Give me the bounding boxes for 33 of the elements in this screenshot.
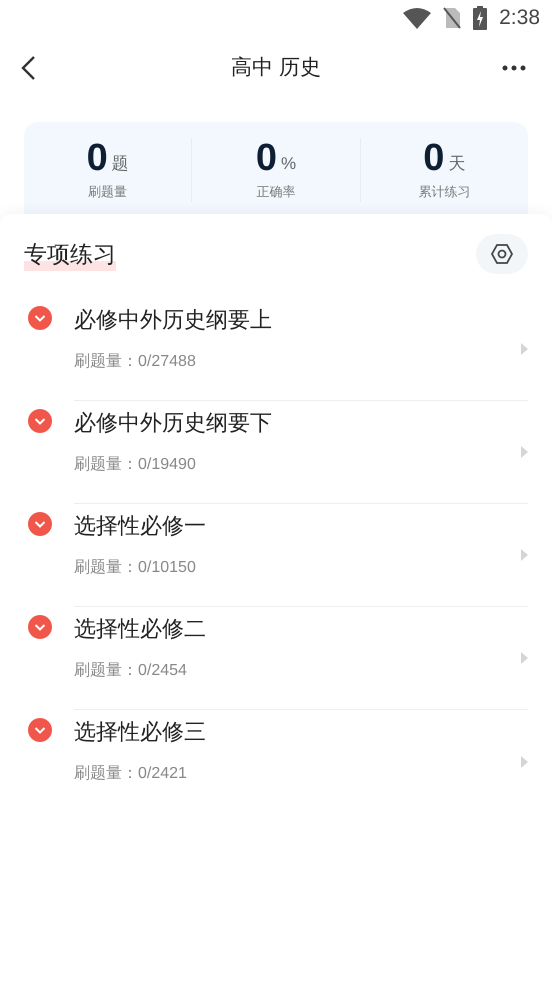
chevron-down-icon — [28, 306, 52, 330]
chapter-title: 选择性必修一 — [74, 512, 207, 540]
chapter-title: 选择性必修三 — [74, 718, 207, 746]
stat-value: 0 — [423, 138, 444, 178]
status-time: 2:38 — [499, 5, 540, 32]
stat-label: 刷题量 — [88, 183, 128, 201]
arrow-right-icon — [520, 756, 528, 768]
page-title: 高中 历史 — [231, 55, 321, 82]
no-sim-icon — [443, 7, 462, 29]
wifi-icon — [403, 7, 432, 29]
chapter-title: 必修中外历史纲要上 — [74, 306, 273, 334]
arrow-right-icon — [520, 343, 528, 355]
chapter-title: 选择性必修二 — [74, 615, 207, 643]
stat-unit: 题 — [112, 152, 129, 174]
stat-value: 0 — [86, 138, 108, 178]
battery-icon — [473, 6, 488, 30]
chevron-down-icon — [28, 718, 52, 742]
stat-value: 0 — [256, 138, 277, 178]
stat-unit: % — [281, 152, 296, 174]
back-icon — [20, 55, 36, 81]
settings-button[interactable] — [476, 234, 528, 274]
chevron-down-icon — [28, 409, 52, 433]
stat-unit: 天 — [448, 152, 466, 174]
chevron-down-icon — [28, 512, 52, 536]
arrow-right-icon — [520, 652, 528, 664]
arrow-right-icon — [520, 446, 528, 458]
arrow-right-icon — [520, 549, 528, 561]
stat-label: 正确率 — [256, 183, 296, 201]
more-icon — [502, 65, 526, 71]
chapter-title: 必修中外历史纲要下 — [74, 409, 273, 437]
chevron-down-icon — [28, 615, 52, 639]
settings-icon — [490, 242, 514, 266]
stat-label: 累计练习 — [418, 183, 470, 201]
